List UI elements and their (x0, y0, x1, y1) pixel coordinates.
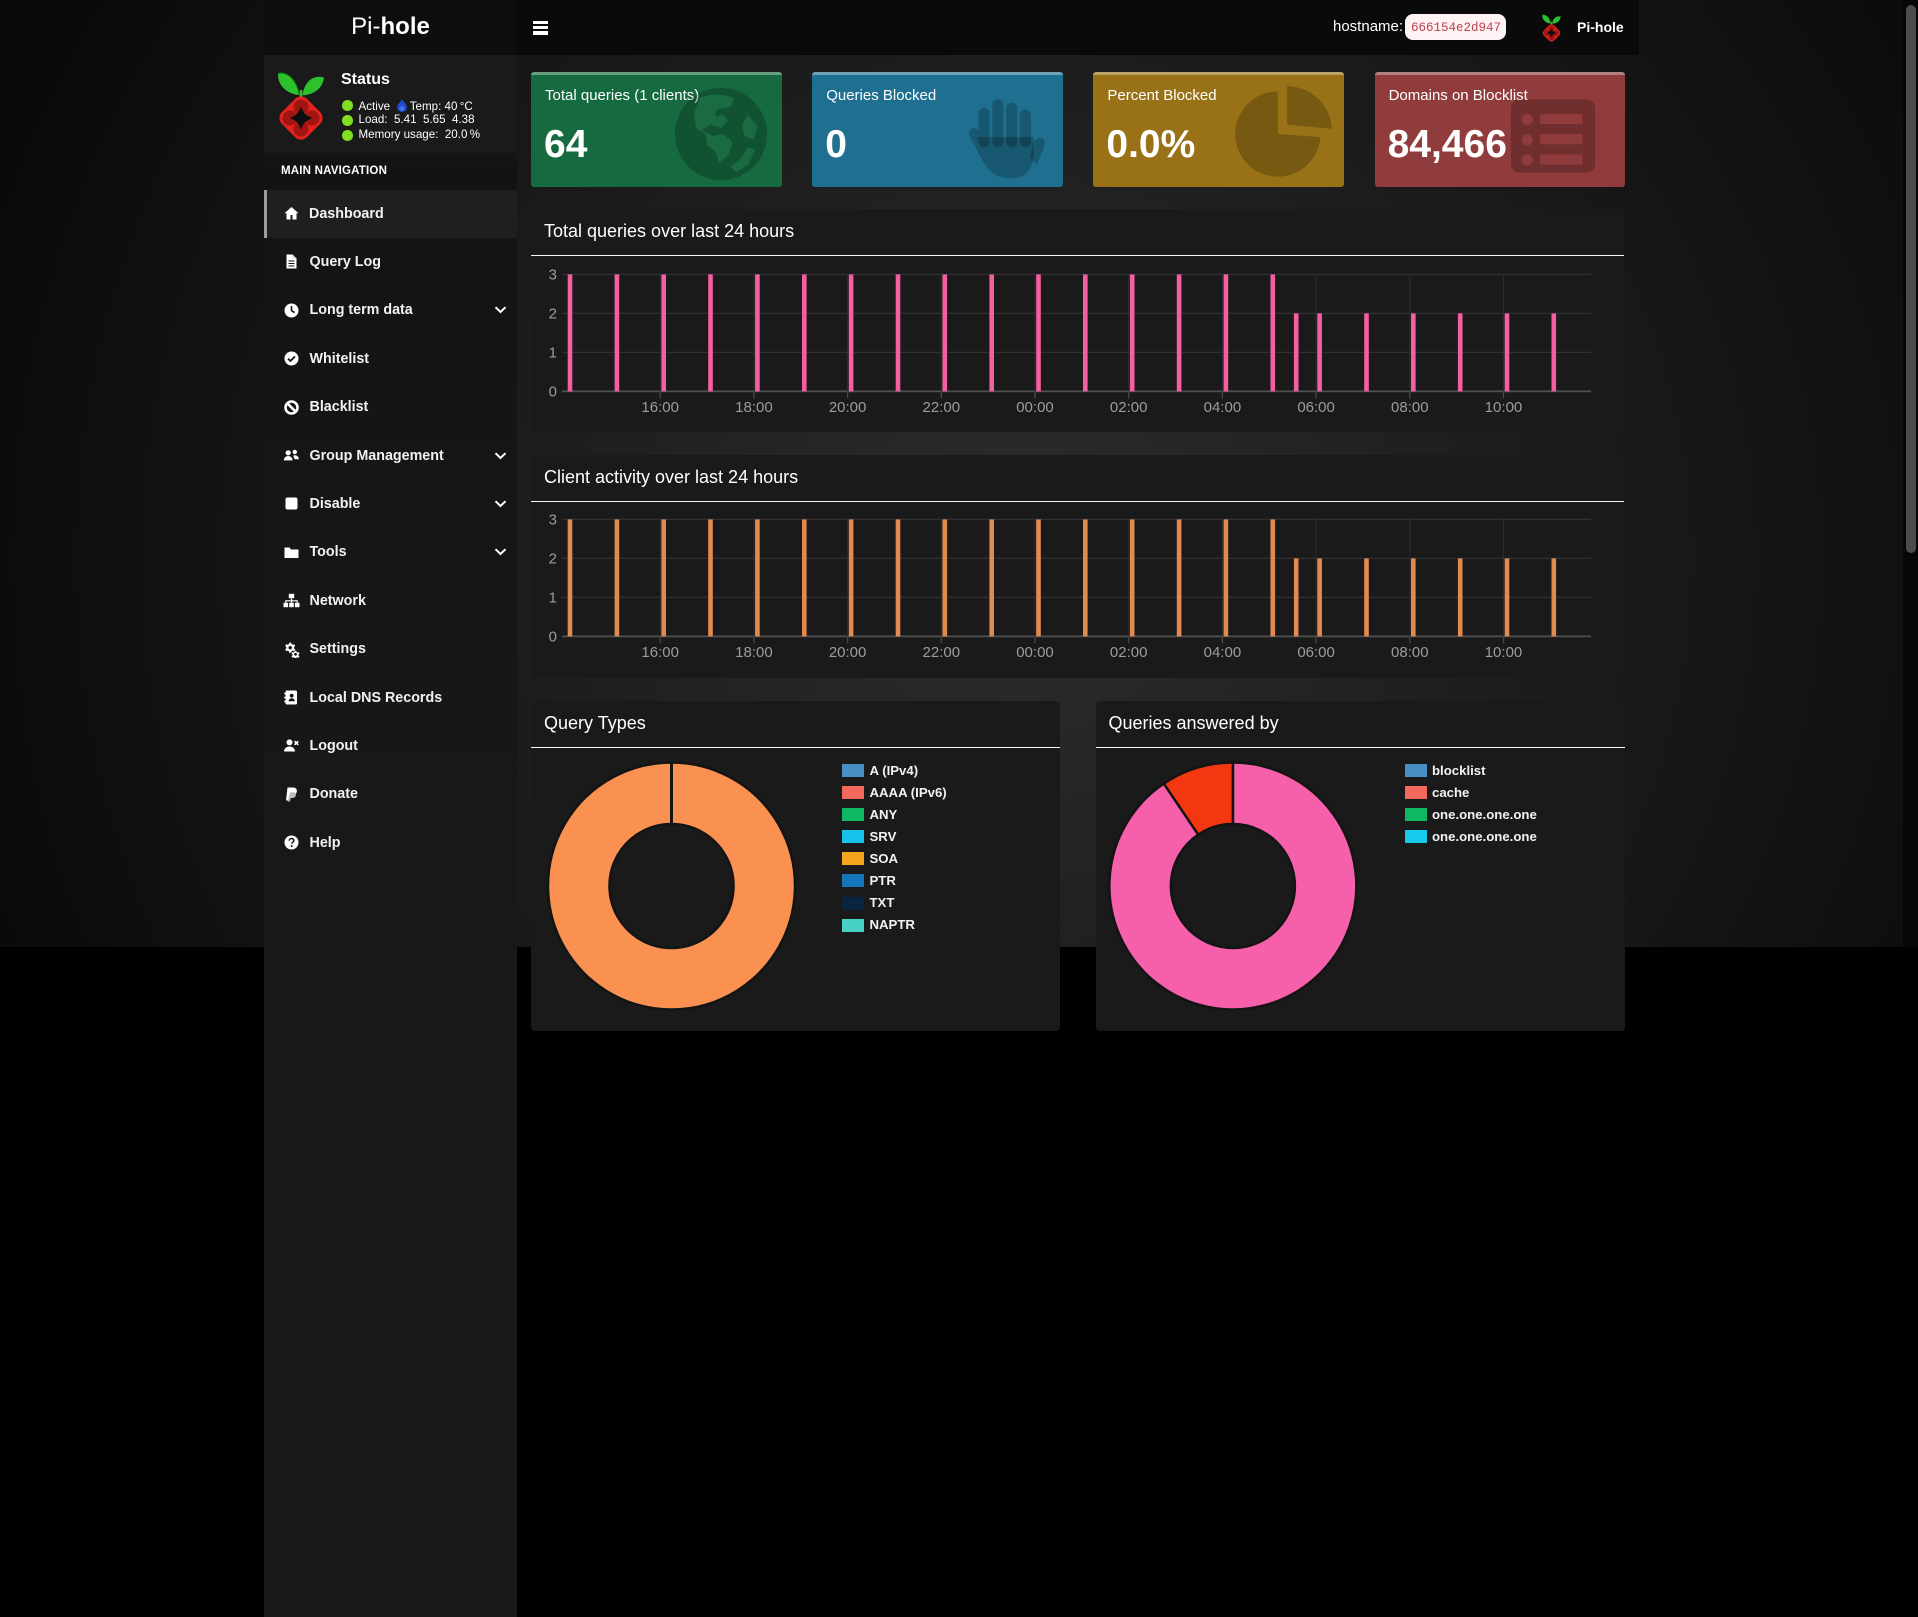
svg-text:10:00: 10:00 (1485, 399, 1523, 416)
svg-text:04:00: 04:00 (1204, 399, 1242, 416)
svg-text:2: 2 (549, 305, 557, 322)
svg-text:1: 1 (549, 344, 557, 361)
svg-text:0: 0 (549, 383, 557, 400)
svg-text:08:00: 08:00 (1391, 399, 1429, 416)
svg-text:1: 1 (549, 589, 557, 606)
svg-text:22:00: 22:00 (923, 644, 961, 661)
svg-text:16:00: 16:00 (641, 399, 679, 416)
svg-text:18:00: 18:00 (735, 644, 773, 661)
svg-text:2: 2 (549, 550, 557, 567)
svg-text:20:00: 20:00 (829, 399, 867, 416)
svg-text:06:00: 06:00 (1297, 644, 1335, 661)
svg-text:3: 3 (549, 511, 557, 528)
svg-text:00:00: 00:00 (1016, 644, 1054, 661)
svg-text:02:00: 02:00 (1110, 644, 1148, 661)
svg-text:00:00: 00:00 (1016, 399, 1054, 416)
svg-text:06:00: 06:00 (1297, 399, 1335, 416)
svg-text:20:00: 20:00 (829, 644, 867, 661)
svg-text:04:00: 04:00 (1204, 644, 1242, 661)
svg-text:22:00: 22:00 (923, 399, 961, 416)
svg-text:0: 0 (549, 628, 557, 645)
svg-text:10:00: 10:00 (1485, 644, 1523, 661)
svg-text:3: 3 (549, 266, 557, 283)
svg-text:02:00: 02:00 (1110, 399, 1148, 416)
svg-text:16:00: 16:00 (641, 644, 679, 661)
svg-text:18:00: 18:00 (735, 399, 773, 416)
svg-text:08:00: 08:00 (1391, 644, 1429, 661)
